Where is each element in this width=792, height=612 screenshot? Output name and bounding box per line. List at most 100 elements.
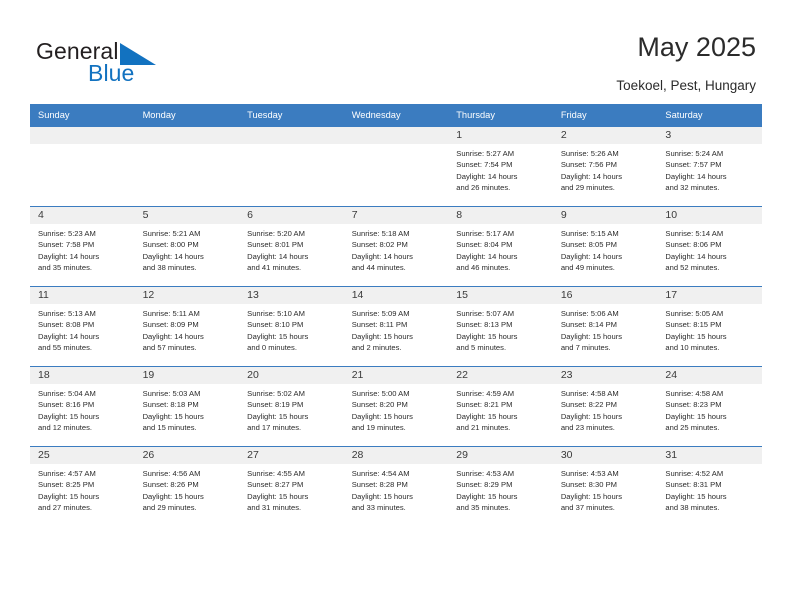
day-cell[interactable]: 2 Sunrise: 5:26 AM Sunset: 7:56 PM Dayli… xyxy=(552,126,658,207)
sunrise-text: Sunrise: 5:13 AM xyxy=(38,309,96,318)
day-cell[interactable]: 10 Sunrise: 5:14 AM Sunset: 8:06 PM Dayl… xyxy=(657,206,762,287)
day-details: Sunrise: 5:09 AM Sunset: 8:11 PM Dayligh… xyxy=(344,304,449,354)
day-number: 17 xyxy=(657,287,762,304)
page-header: General Blue May 2025 Toekoel, Pest, Hun… xyxy=(0,0,792,94)
day-cell[interactable]: 18 Sunrise: 5:04 AM Sunset: 8:16 PM Dayl… xyxy=(30,366,135,447)
sunrise-text: Sunrise: 5:15 AM xyxy=(560,229,619,238)
daylight-text-line2: and 26 minutes. xyxy=(456,183,511,193)
day-cell[interactable]: 4 Sunrise: 5:23 AM Sunset: 7:58 PM Dayli… xyxy=(30,206,135,287)
daylight-text-line1: Daylight: 15 hours xyxy=(247,331,309,341)
day-number: 13 xyxy=(239,287,344,304)
sunrise-text: Sunrise: 5:07 AM xyxy=(456,309,515,318)
sunset-text: Sunset: 8:14 PM xyxy=(560,320,617,330)
daylight-text-line1: Daylight: 14 hours xyxy=(560,171,623,181)
day-cell[interactable]: 19 Sunrise: 5:03 AM Sunset: 8:18 PM Dayl… xyxy=(134,366,240,447)
daylight-text-line1: Daylight: 14 hours xyxy=(560,251,623,261)
day-number: 15 xyxy=(448,287,553,304)
day-details: Sunrise: 4:53 AM Sunset: 8:29 PM Dayligh… xyxy=(448,464,553,514)
day-details: Sunrise: 5:13 AM Sunset: 8:08 PM Dayligh… xyxy=(30,304,135,354)
day-cell[interactable]: 3 Sunrise: 5:24 AM Sunset: 7:57 PM Dayli… xyxy=(657,126,762,207)
sunrise-text: Sunrise: 5:05 AM xyxy=(665,309,724,318)
day-cell[interactable]: 28 Sunrise: 4:54 AM Sunset: 8:28 PM Dayl… xyxy=(343,446,449,526)
weekday-header-monday: Monday xyxy=(134,104,240,127)
sunset-text: Sunset: 8:27 PM xyxy=(247,480,304,490)
daylight-text-line2: and 44 minutes. xyxy=(351,263,406,273)
day-cell[interactable]: 30 Sunrise: 4:53 AM Sunset: 8:30 PM Dayl… xyxy=(552,446,658,526)
day-cell[interactable]: 7 Sunrise: 5:18 AM Sunset: 8:02 PM Dayli… xyxy=(343,206,449,287)
sunrise-text: Sunrise: 4:57 AM xyxy=(38,469,96,478)
daylight-text-line2: and 27 minutes. xyxy=(38,503,93,513)
weekday-header-sunday: Sunday xyxy=(30,104,135,127)
day-details: Sunrise: 5:23 AM Sunset: 7:58 PM Dayligh… xyxy=(30,224,135,274)
day-cell[interactable]: 8 Sunrise: 5:17 AM Sunset: 8:04 PM Dayli… xyxy=(448,206,553,287)
day-cell[interactable]: 6 Sunrise: 5:20 AM Sunset: 8:01 PM Dayli… xyxy=(239,206,344,287)
daylight-text-line1: Daylight: 15 hours xyxy=(38,491,100,501)
day-cell[interactable]: 21 Sunrise: 5:00 AM Sunset: 8:20 PM Dayl… xyxy=(343,366,449,447)
day-cell[interactable]: 24 Sunrise: 4:58 AM Sunset: 8:23 PM Dayl… xyxy=(657,366,762,447)
sunrise-text: Sunrise: 5:02 AM xyxy=(247,389,305,398)
daylight-text-line1: Daylight: 15 hours xyxy=(38,411,100,421)
day-cell xyxy=(239,126,344,207)
day-number: 29 xyxy=(448,447,553,464)
day-cell[interactable]: 13 Sunrise: 5:10 AM Sunset: 8:10 PM Dayl… xyxy=(239,286,344,367)
calendar-week-row: 4 Sunrise: 5:23 AM Sunset: 7:58 PM Dayli… xyxy=(30,206,762,287)
day-cell[interactable]: 16 Sunrise: 5:06 AM Sunset: 8:14 PM Dayl… xyxy=(552,286,658,367)
day-number: 2 xyxy=(552,127,658,144)
sunset-text: Sunset: 8:06 PM xyxy=(665,240,722,250)
day-number xyxy=(134,127,240,144)
day-cell[interactable]: 29 Sunrise: 4:53 AM Sunset: 8:29 PM Dayl… xyxy=(448,446,553,526)
sunrise-text: Sunrise: 5:10 AM xyxy=(247,309,305,318)
weekday-header-saturday: Saturday xyxy=(657,104,762,127)
sunrise-text: Sunrise: 4:58 AM xyxy=(665,389,724,398)
daylight-text-line2: and 55 minutes. xyxy=(38,343,93,353)
day-number: 31 xyxy=(657,447,762,464)
day-cell[interactable]: 9 Sunrise: 5:15 AM Sunset: 8:05 PM Dayli… xyxy=(552,206,658,287)
daylight-text-line2: and 15 minutes. xyxy=(142,423,197,433)
sunrise-text: Sunrise: 5:11 AM xyxy=(142,309,200,318)
sunrise-text: Sunrise: 4:56 AM xyxy=(142,469,201,478)
day-cell[interactable]: 5 Sunrise: 5:21 AM Sunset: 8:00 PM Dayli… xyxy=(134,206,240,287)
calendar-header-row: Sunday Monday Tuesday Wednesday Thursday… xyxy=(30,104,762,127)
day-details: Sunrise: 5:24 AM Sunset: 7:57 PM Dayligh… xyxy=(657,144,762,194)
sunset-text: Sunset: 8:09 PM xyxy=(142,320,199,330)
day-details: Sunrise: 5:18 AM Sunset: 8:02 PM Dayligh… xyxy=(344,224,449,274)
day-cell[interactable]: 1 Sunrise: 5:27 AM Sunset: 7:54 PM Dayli… xyxy=(448,126,553,207)
day-cell[interactable]: 31 Sunrise: 4:52 AM Sunset: 8:31 PM Dayl… xyxy=(657,446,762,526)
daylight-text-line2: and 33 minutes. xyxy=(351,503,406,513)
day-cell[interactable]: 11 Sunrise: 5:13 AM Sunset: 8:08 PM Dayl… xyxy=(30,286,135,367)
day-cell[interactable]: 17 Sunrise: 5:05 AM Sunset: 8:15 PM Dayl… xyxy=(657,286,762,367)
day-cell[interactable]: 14 Sunrise: 5:09 AM Sunset: 8:11 PM Dayl… xyxy=(343,286,449,367)
daylight-text-line1: Daylight: 15 hours xyxy=(351,331,413,341)
day-number: 26 xyxy=(134,447,240,464)
day-cell[interactable]: 15 Sunrise: 5:07 AM Sunset: 8:13 PM Dayl… xyxy=(448,286,553,367)
sunset-text: Sunset: 7:57 PM xyxy=(665,160,722,170)
sunrise-text: Sunrise: 5:09 AM xyxy=(351,309,410,318)
day-details: Sunrise: 4:52 AM Sunset: 8:31 PM Dayligh… xyxy=(657,464,762,514)
sunset-text: Sunset: 8:20 PM xyxy=(351,400,408,410)
day-cell[interactable]: 23 Sunrise: 4:58 AM Sunset: 8:22 PM Dayl… xyxy=(552,366,658,447)
sunrise-text: Sunrise: 5:14 AM xyxy=(665,229,724,238)
sunrise-text: Sunrise: 5:03 AM xyxy=(142,389,201,398)
day-cell[interactable]: 22 Sunrise: 4:59 AM Sunset: 8:21 PM Dayl… xyxy=(448,366,553,447)
day-number: 11 xyxy=(30,287,135,304)
daylight-text-line2: and 25 minutes. xyxy=(665,423,720,433)
day-cell[interactable]: 25 Sunrise: 4:57 AM Sunset: 8:25 PM Dayl… xyxy=(30,446,135,526)
day-cell[interactable]: 12 Sunrise: 5:11 AM Sunset: 8:09 PM Dayl… xyxy=(134,286,240,367)
day-cell xyxy=(343,126,449,207)
day-number xyxy=(239,127,344,144)
daylight-text-line1: Daylight: 15 hours xyxy=(665,331,727,341)
day-details: Sunrise: 5:06 AM Sunset: 8:14 PM Dayligh… xyxy=(553,304,658,354)
daylight-text-line2: and 19 minutes. xyxy=(351,423,406,433)
daylight-text-line1: Daylight: 14 hours xyxy=(351,251,413,261)
daylight-text-line2: and 41 minutes. xyxy=(247,263,302,273)
day-number: 6 xyxy=(239,207,344,224)
sunrise-text: Sunrise: 5:27 AM xyxy=(456,149,515,158)
day-cell[interactable]: 27 Sunrise: 4:55 AM Sunset: 8:27 PM Dayl… xyxy=(239,446,344,526)
sunset-text: Sunset: 8:11 PM xyxy=(351,320,408,330)
sunset-text: Sunset: 8:15 PM xyxy=(665,320,722,330)
day-cell[interactable]: 20 Sunrise: 5:02 AM Sunset: 8:19 PM Dayl… xyxy=(239,366,344,447)
weekday-header-friday: Friday xyxy=(552,104,658,127)
sunset-text: Sunset: 8:16 PM xyxy=(38,400,95,410)
day-cell[interactable]: 26 Sunrise: 4:56 AM Sunset: 8:26 PM Dayl… xyxy=(134,446,240,526)
day-number: 14 xyxy=(343,287,449,304)
